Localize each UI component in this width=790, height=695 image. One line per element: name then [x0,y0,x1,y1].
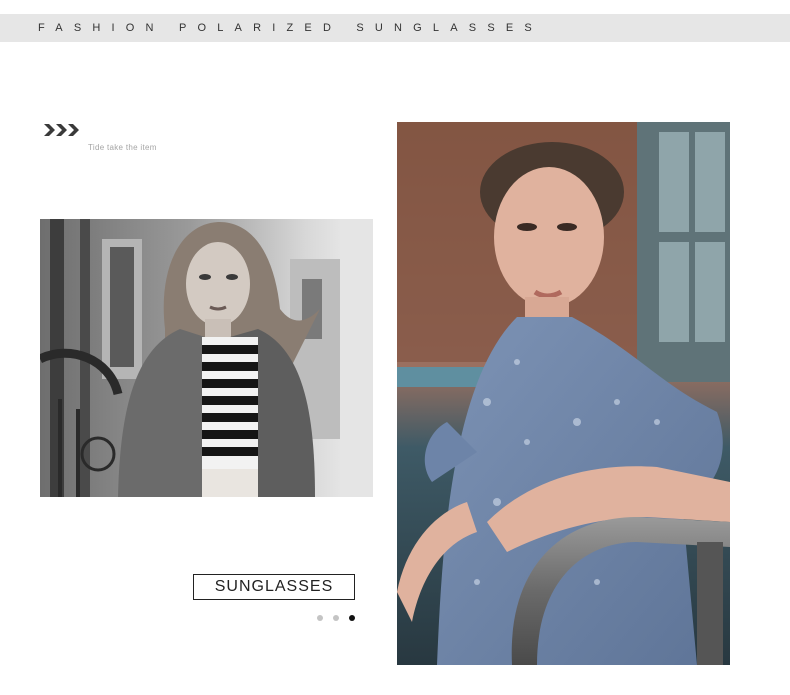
carousel-dot-1[interactable] [317,615,323,621]
banner-title: FASHION POLARIZED SUNGLASSES [38,22,543,34]
tagline: Tide take the item [88,143,157,152]
sunglasses-button[interactable]: SUNGLASSES [193,574,355,600]
carousel-dot-3[interactable] [349,615,355,621]
triple-chevron-right-icon [44,122,82,138]
carousel-indicator [317,614,355,622]
top-banner: FASHION POLARIZED SUNGLASSES [0,14,790,42]
carousel-dot-2[interactable] [333,615,339,621]
model-portrait-color [397,122,730,665]
model-portrait-bw [40,219,373,497]
